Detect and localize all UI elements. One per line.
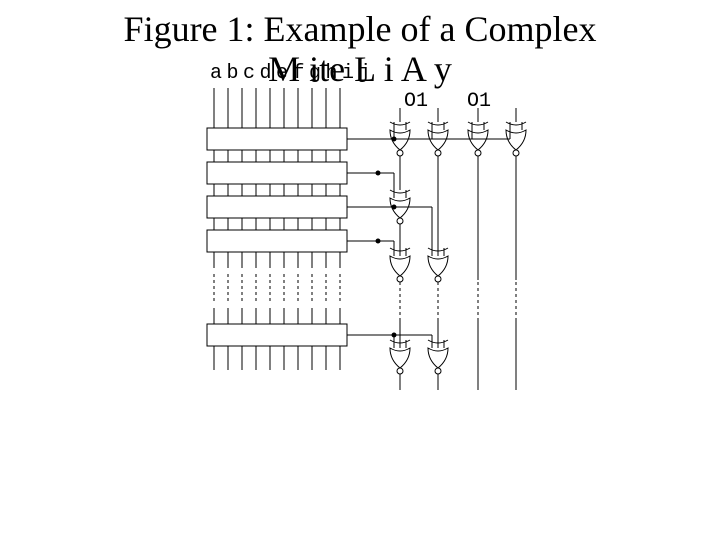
row-block bbox=[207, 162, 347, 184]
row-block bbox=[207, 230, 347, 252]
xnor-gate-icon bbox=[428, 335, 448, 390]
xnor-gate-icon bbox=[378, 241, 410, 282]
xnor-gate-icon bbox=[390, 335, 410, 390]
gap-indicator bbox=[214, 274, 340, 302]
row-block bbox=[207, 128, 347, 150]
row-output-wires bbox=[347, 137, 397, 338]
input-bus bbox=[214, 88, 340, 128]
array-rows bbox=[207, 128, 347, 370]
xnor-gate-icon bbox=[378, 173, 410, 224]
figure-title-line1: Figure 1: Example of a Complex bbox=[0, 8, 720, 50]
output-group-1 bbox=[378, 108, 448, 390]
row-block bbox=[207, 196, 347, 218]
diagram-canvas bbox=[200, 80, 560, 440]
row-block bbox=[207, 324, 347, 346]
